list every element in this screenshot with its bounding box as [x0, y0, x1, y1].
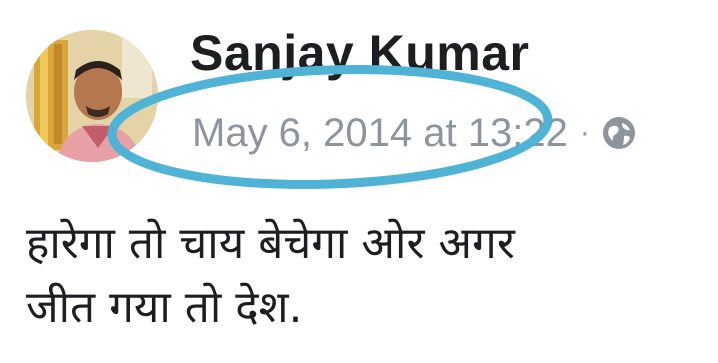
- post-timestamp[interactable]: May 6, 2014 at 13:22: [192, 113, 568, 153]
- avatar-photo: [26, 30, 158, 162]
- post-meta: May 6, 2014 at 13:22 ·: [192, 110, 638, 156]
- post-text-line: हारेगा तो चाय बेचेगा ओर अगर: [26, 218, 515, 269]
- avatar[interactable]: [26, 30, 158, 162]
- post-body: हारेगा तो चाय बेचेगा ओर अगर जीत गया तो द…: [26, 212, 706, 340]
- meta-separator: ·: [579, 116, 590, 149]
- author-name[interactable]: Sanjay Kumar: [190, 28, 529, 78]
- post-header: Sanjay Kumar May 6, 2014 at 13:22 ·: [0, 0, 718, 200]
- post-text-line: जीत गया तो देश.: [26, 282, 303, 333]
- globe-icon[interactable]: [600, 114, 638, 152]
